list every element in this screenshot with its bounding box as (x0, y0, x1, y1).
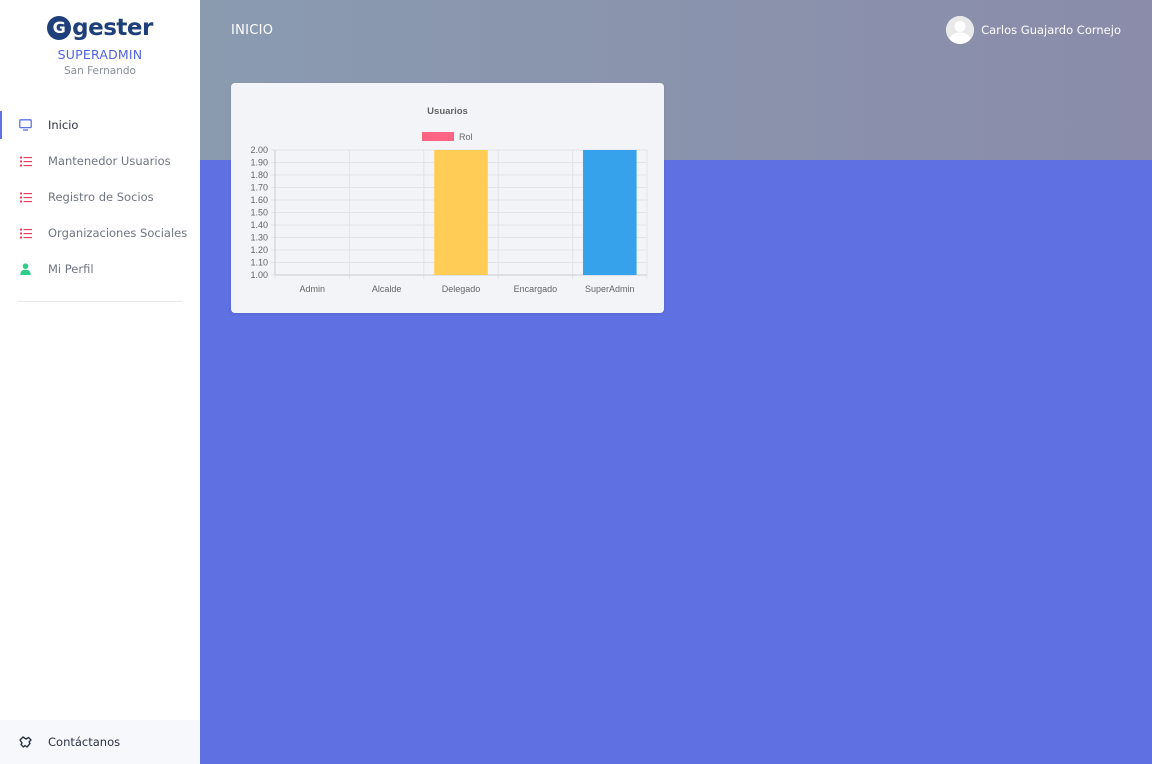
user-name: Carlos Guajardo Cornejo (981, 23, 1121, 37)
sidebar-divider (18, 301, 182, 302)
x-tick-label: Delegado (442, 284, 481, 294)
user-menu[interactable]: Carlos Guajardo Cornejo (946, 16, 1121, 44)
x-tick-label: Admin (299, 284, 325, 294)
sidebar-item-inicio[interactable]: Inicio (0, 107, 200, 143)
y-tick-label: 2.00 (250, 145, 268, 155)
user-role: SUPERADMIN (57, 47, 143, 62)
sidebar-item-label: Registro de Socios (48, 190, 154, 204)
y-tick-label: 1.50 (250, 208, 268, 218)
y-tick-label: 1.70 (250, 183, 268, 193)
chart-card: Usuarios Rol 2.00 1.90 1.80 1.70 1.60 1.50 1.4… (231, 83, 664, 313)
user-icon (19, 263, 32, 276)
sidebar: G gester SUPERADMIN San Fernando Inicio … (0, 0, 200, 764)
avatar (946, 16, 975, 44)
bar-delegado[interactable] (434, 150, 488, 275)
list-icon (19, 155, 32, 168)
chart-title: Usuarios (427, 106, 468, 117)
y-tick-label: 1.10 (250, 258, 268, 268)
sidebar-item-label: Inicio (48, 118, 79, 132)
gester-logo[interactable]: G gester (47, 14, 153, 42)
y-tick-label: 1.20 (250, 245, 268, 255)
sidebar-item-organizaciones-sociales[interactable]: Organizaciones Sociales (0, 215, 200, 251)
y-tick-label: 1.60 (250, 195, 268, 205)
legend-label[interactable]: Rol (459, 132, 473, 142)
brand: G gester SUPERADMIN San Fernando (0, 0, 200, 77)
legend-swatch[interactable] (422, 132, 454, 141)
y-tick-label: 1.40 (250, 220, 268, 230)
sidebar-item-label: Mi Perfil (48, 262, 94, 276)
y-tick-label: 1.00 (250, 270, 268, 280)
x-tick-label: SuperAdmin (585, 284, 635, 294)
logo-text: gester (72, 15, 153, 41)
contact-label: Contáctanos (48, 735, 121, 749)
sidebar-item-mi-perfil[interactable]: Mi Perfil (0, 251, 200, 287)
x-tick-label: Encargado (514, 284, 558, 294)
monitor-icon (19, 119, 32, 132)
sidebar-item-label: Organizaciones Sociales (48, 226, 188, 240)
y-tick-label: 1.80 (250, 170, 268, 180)
list-icon (19, 227, 32, 240)
usuarios-bar-chart: Usuarios Rol 2.00 1.90 1.80 1.70 1.60 1.50 1.4… (250, 106, 648, 294)
sidebar-item-label: Mantenedor Usuarios (48, 154, 171, 168)
y-tick-label: 1.90 (250, 158, 268, 168)
y-tick-label: 1.30 (250, 233, 268, 243)
city-label: San Fernando (64, 65, 136, 77)
sidebar-item-registro-socios[interactable]: Registro de Socios (0, 179, 200, 215)
handshake-icon (19, 736, 32, 749)
bar-superadmin[interactable] (583, 150, 637, 275)
logo-letter: G (47, 16, 72, 40)
x-tick-label: Alcalde (372, 284, 402, 294)
sidebar-item-mantenedor-usuarios[interactable]: Mantenedor Usuarios (0, 143, 200, 179)
page-title: INICIO (231, 23, 274, 38)
sidebar-item-contactanos[interactable]: Contáctanos (0, 720, 200, 764)
list-icon (19, 191, 32, 204)
sidebar-nav: Inicio Mantenedor Usuarios Registro de S… (0, 107, 200, 287)
